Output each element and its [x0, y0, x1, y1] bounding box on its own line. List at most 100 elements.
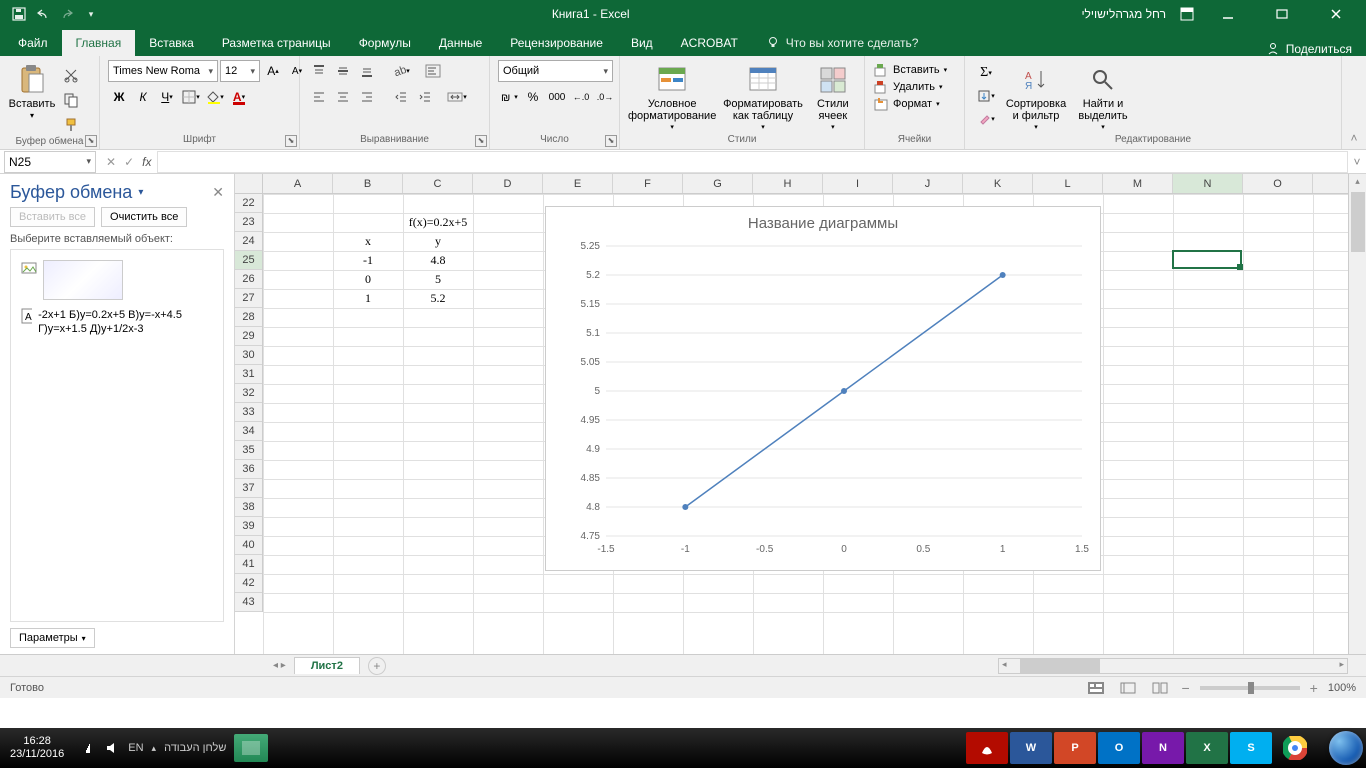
clipboard-pane-close[interactable]: ✕ — [212, 184, 224, 201]
format-painter-button[interactable] — [60, 114, 82, 136]
maximize-button[interactable] — [1262, 0, 1302, 28]
font-name-combo[interactable]: Times New Roma▾ — [108, 60, 218, 82]
tab-home[interactable]: Главная — [62, 30, 136, 56]
align-right-button[interactable] — [356, 86, 378, 108]
row-header[interactable]: 28 — [235, 308, 262, 327]
cell[interactable]: x — [333, 232, 403, 251]
zoom-level[interactable]: 100% — [1328, 682, 1356, 694]
share-button[interactable]: Поделиться — [1286, 42, 1352, 56]
column-header[interactable]: L — [1033, 174, 1103, 193]
zoom-in-button[interactable]: + — [1310, 680, 1318, 696]
taskbar-chrome[interactable] — [1274, 732, 1316, 764]
row-header[interactable]: 22 — [235, 194, 262, 213]
column-header[interactable]: A — [263, 174, 333, 193]
tab-file[interactable]: Файл — [4, 30, 62, 56]
cell-styles-button[interactable]: Стили ячеек▾ — [810, 60, 856, 132]
ribbon-options-icon[interactable] — [1180, 7, 1194, 21]
name-box[interactable]: N25▾ — [4, 151, 96, 173]
undo-icon[interactable] — [34, 5, 52, 23]
fill-button[interactable]: ▾ — [973, 85, 999, 107]
row-header[interactable]: 35 — [235, 441, 262, 460]
row-header[interactable]: 36 — [235, 460, 262, 479]
redo-icon[interactable] — [58, 5, 76, 23]
bold-button[interactable]: Ж — [108, 86, 130, 108]
delete-cells-button[interactable]: Удалить▾ — [873, 79, 943, 95]
decrease-indent-button[interactable] — [390, 86, 412, 108]
tab-pagelayout[interactable]: Разметка страницы — [208, 30, 345, 56]
minimize-button[interactable] — [1208, 0, 1248, 28]
increase-decimal-button[interactable]: ←.0 — [570, 86, 592, 108]
row-header[interactable]: 26 — [235, 270, 262, 289]
taskbar-desktop[interactable]: ‏שלחן העבודה — [164, 742, 226, 754]
sheet-tab[interactable]: Лист2 — [294, 657, 360, 674]
row-header[interactable]: 42 — [235, 574, 262, 593]
row-header[interactable]: 38 — [235, 498, 262, 517]
enter-formula-icon[interactable]: ✓ — [124, 155, 134, 169]
font-size-combo[interactable]: 12▾ — [220, 60, 260, 82]
taskbar-powerpoint[interactable]: P — [1054, 732, 1096, 764]
percent-button[interactable]: % — [522, 86, 544, 108]
tab-insert[interactable]: Вставка — [135, 30, 208, 56]
taskbar-skype[interactable]: S — [1230, 732, 1272, 764]
start-button[interactable] — [1326, 728, 1366, 768]
tab-view[interactable]: Вид — [617, 30, 667, 56]
row-header[interactable]: 29 — [235, 327, 262, 346]
format-as-table-button[interactable]: Форматировать как таблицу▾ — [720, 60, 805, 132]
row-header[interactable]: 40 — [235, 536, 262, 555]
grow-font-button[interactable]: A▴ — [262, 60, 284, 82]
italic-button[interactable]: К — [132, 86, 154, 108]
pagebreak-view-button[interactable] — [1149, 679, 1171, 697]
column-header[interactable]: G — [683, 174, 753, 193]
align-center-button[interactable] — [332, 86, 354, 108]
volume-icon[interactable] — [106, 742, 120, 754]
row-header[interactable]: 24 — [235, 232, 262, 251]
find-select-button[interactable]: Найти и выделить▾ — [1073, 60, 1133, 132]
row-header[interactable]: 31 — [235, 365, 262, 384]
cell[interactable]: f(x)=0.2x+5 — [403, 213, 473, 232]
copy-button[interactable] — [60, 89, 82, 111]
tab-acrobat[interactable]: ACROBAT — [667, 30, 752, 56]
borders-button[interactable]: ▾ — [180, 86, 202, 108]
orientation-button[interactable]: ab▾ — [390, 60, 412, 82]
new-sheet-button[interactable]: + — [368, 657, 386, 675]
row-header[interactable]: 23 — [235, 213, 262, 232]
row-header[interactable]: 33 — [235, 403, 262, 422]
font-dialog-launcher[interactable]: ⬊ — [285, 135, 297, 147]
row-header[interactable]: 30 — [235, 346, 262, 365]
decrease-decimal-button[interactable]: .0→ — [594, 86, 616, 108]
number-dialog-launcher[interactable]: ⬊ — [605, 135, 617, 147]
column-header[interactable]: M — [1103, 174, 1173, 193]
row-header[interactable]: 41 — [235, 555, 262, 574]
normal-view-button[interactable] — [1085, 679, 1107, 697]
align-top-button[interactable] — [308, 60, 330, 82]
taskbar-word[interactable]: W — [1010, 732, 1052, 764]
taskbar-excel[interactable]: X — [1186, 732, 1228, 764]
conditional-format-button[interactable]: Условное форматирование▾ — [628, 60, 716, 132]
formula-input[interactable] — [157, 151, 1348, 173]
tab-review[interactable]: Рецензирование — [496, 30, 617, 56]
taskbar-app[interactable] — [234, 734, 268, 762]
clipboard-item[interactable]: A -2x+1 Б)y=0.2x+5 В)y=-x+4.5 Г)y=x+1.5 … — [17, 304, 217, 341]
column-header[interactable]: E — [543, 174, 613, 193]
taskbar-acrobat[interactable] — [966, 732, 1008, 764]
clipboard-options-button[interactable]: Параметры▾ — [10, 628, 95, 648]
tellme-box[interactable]: Что вы хотите сделать? — [752, 30, 933, 56]
horizontal-scrollbar[interactable]: ◂▸ — [998, 658, 1348, 674]
row-header[interactable]: 37 — [235, 479, 262, 498]
fx-icon[interactable]: fx — [142, 155, 151, 169]
select-all-corner[interactable] — [235, 174, 263, 194]
cell[interactable]: 5.2 — [403, 289, 473, 308]
clipboard-paste-all[interactable]: Вставить все — [10, 207, 95, 227]
align-bottom-button[interactable] — [356, 60, 378, 82]
row-header[interactable]: 27 — [235, 289, 262, 308]
row-header[interactable]: 25 — [235, 251, 262, 270]
save-icon[interactable] — [10, 5, 28, 23]
clear-button[interactable]: ▾ — [973, 108, 999, 130]
clipboard-item[interactable] — [17, 256, 217, 304]
column-header[interactable]: O — [1243, 174, 1313, 193]
taskbar-outlook[interactable]: O — [1098, 732, 1140, 764]
cell[interactable]: -1 — [333, 251, 403, 270]
row-header[interactable]: 39 — [235, 517, 262, 536]
column-header[interactable]: F — [613, 174, 683, 193]
underline-button[interactable]: Ч▾ — [156, 86, 178, 108]
